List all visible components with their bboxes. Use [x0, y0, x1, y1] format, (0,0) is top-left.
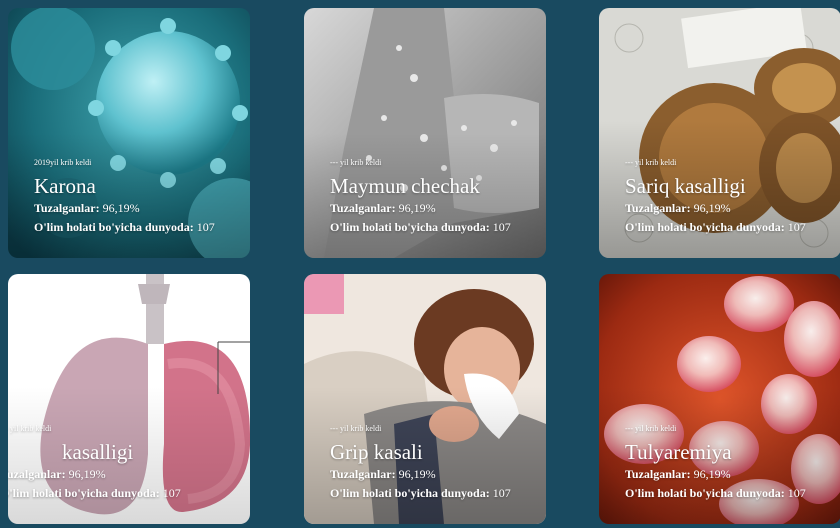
deaths-stat: O'lim holati bo'yicha dunyoda: 107 [625, 220, 806, 234]
card-info: --- yil krib keldi Sariq kasalligi Tuzal… [625, 158, 833, 237]
card-title: Tulyaremiya [625, 440, 732, 464]
card-title: Maymun chechak [330, 174, 480, 198]
card-title: kasalligi [62, 440, 134, 464]
card-year: --- yil krib keldi [625, 424, 677, 433]
card-info: --- yil krib keldi Tulyaremiya Tuzalganl… [625, 424, 833, 503]
recovered-stat: Tuzalganlar: 96,19% [34, 201, 140, 215]
card-year: --- yil krib keldi [330, 158, 382, 167]
card-year: 2019yil krib keldi [34, 158, 92, 167]
card-info: --- yil krib keldi Grip kasali Tuzalganl… [330, 424, 538, 503]
disease-card[interactable]: --- yil krib keldi Maymun chechak Tuzalg… [304, 8, 546, 258]
card-info: --- yil krib keldi kasalligi Tuzalganlar… [8, 424, 242, 503]
card-info: --- yil krib keldi Maymun chechak Tuzalg… [330, 158, 538, 237]
recovered-stat: Tuzalganlar: 96,19% [330, 201, 436, 215]
disease-card[interactable]: --- yil krib keldi Sariq kasalligi Tuzal… [599, 8, 840, 258]
disease-card[interactable]: 2019yil krib keldi Karona Tuzalganlar: 9… [8, 8, 250, 258]
recovered-stat: Tuzalganlar: 96,19% [8, 467, 106, 481]
card-title: Grip kasali [330, 440, 423, 464]
recovered-stat: Tuzalganlar: 96,19% [625, 467, 731, 481]
recovered-stat: Tuzalganlar: 96,19% [330, 467, 436, 481]
recovered-stat: Tuzalganlar: 96,19% [625, 201, 731, 215]
disease-card[interactable]: --- yil krib keldi Grip kasali Tuzalganl… [304, 274, 546, 524]
card-year: --- yil krib keldi [625, 158, 677, 167]
disease-card[interactable]: --- yil krib keldi Tulyaremiya Tuzalganl… [599, 274, 840, 524]
deaths-stat: O'lim holati bo'yicha dunyoda: 107 [8, 486, 181, 500]
deaths-stat: O'lim holati bo'yicha dunyoda: 107 [330, 486, 511, 500]
card-title: Sariq kasalligi [625, 174, 746, 198]
deaths-stat: O'lim holati bo'yicha dunyoda: 107 [34, 220, 215, 234]
card-year: --- yil krib keldi [330, 424, 382, 433]
card-year: --- yil krib keldi [8, 424, 52, 433]
deaths-stat: O'lim holati bo'yicha dunyoda: 107 [330, 220, 511, 234]
deaths-stat: O'lim holati bo'yicha dunyoda: 107 [625, 486, 806, 500]
disease-card[interactable]: --- yil krib keldi kasalligi Tuzalganlar… [8, 274, 250, 524]
card-title: Karona [34, 174, 96, 198]
card-info: 2019yil krib keldi Karona Tuzalganlar: 9… [34, 158, 242, 237]
